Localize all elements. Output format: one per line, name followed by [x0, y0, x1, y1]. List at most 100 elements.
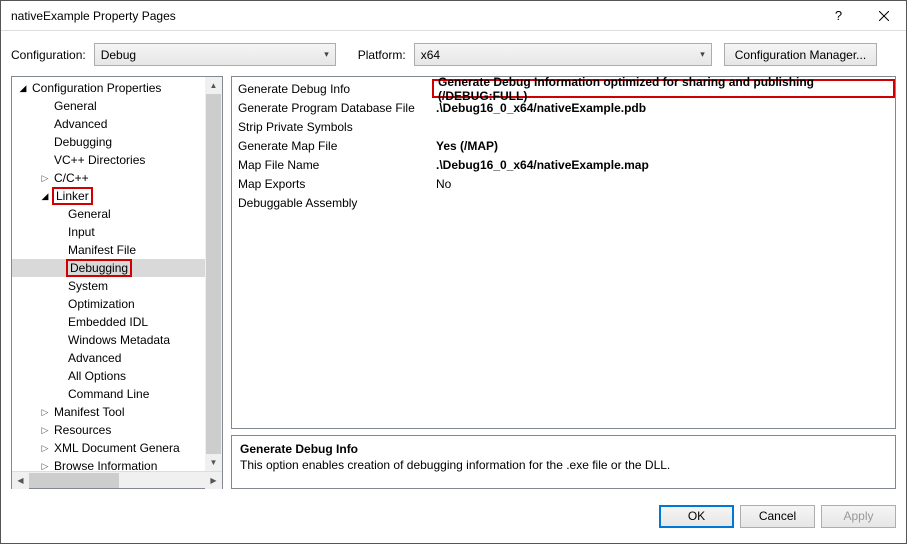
tree-item-linker-optimization[interactable]: Optimization [12, 295, 205, 313]
tree-label: Optimization [66, 297, 137, 311]
tree-label: Debugging [66, 259, 132, 277]
description-title: Generate Debug Info [240, 442, 887, 456]
grid-row[interactable]: Generate Program Database File.\Debug16_… [232, 98, 895, 117]
collapse-icon[interactable]: ◢ [38, 191, 52, 202]
tree-hscrollbar[interactable]: ◀ ▶ [12, 471, 222, 488]
scroll-right-icon[interactable]: ▶ [205, 472, 222, 489]
tree-item-linker-winmd[interactable]: Windows Metadata [12, 331, 205, 349]
tree-label: Linker [52, 187, 93, 205]
tree[interactable]: ◢ Configuration Properties General Advan… [12, 77, 205, 471]
tree-item-linker-debugging[interactable]: Debugging [12, 259, 205, 277]
tree-item-linker-system[interactable]: System [12, 277, 205, 295]
prop-value[interactable]: .\Debug16_0_x64/nativeExample.map [432, 158, 895, 172]
tree-item-linker-input[interactable]: Input [12, 223, 205, 241]
expand-icon[interactable]: ▷ [38, 443, 52, 454]
prop-name: Map File Name [232, 158, 432, 172]
tree-label: Configuration Properties [30, 81, 163, 95]
help-button[interactable]: ? [816, 1, 861, 31]
tree-panel: ◢ Configuration Properties General Advan… [11, 76, 223, 489]
tree-label: Resources [52, 423, 113, 437]
tree-item-linker-general[interactable]: General [12, 205, 205, 223]
ok-button[interactable]: OK [659, 505, 734, 528]
prop-name: Strip Private Symbols [232, 120, 432, 134]
configuration-dropdown[interactable]: Debug ▾ [94, 43, 336, 66]
tree-item-browseinfo[interactable]: ▷Browse Information [12, 457, 205, 471]
tree-label: Windows Metadata [66, 333, 172, 347]
prop-name: Generate Map File [232, 139, 432, 153]
tree-label: C/C++ [52, 171, 91, 185]
tree-label: General [66, 207, 113, 221]
main-area: ◢ Configuration Properties General Advan… [1, 76, 906, 499]
scroll-down-icon[interactable]: ▼ [205, 454, 222, 471]
tree-item-resources[interactable]: ▷Resources [12, 421, 205, 439]
prop-value[interactable]: .\Debug16_0_x64/nativeExample.pdb [432, 101, 895, 115]
scroll-thumb[interactable] [206, 94, 221, 454]
platform-label: Platform: [358, 48, 406, 62]
right-panel: Generate Debug InfoGenerate Debug Inform… [231, 76, 896, 489]
window-title: nativeExample Property Pages [11, 9, 816, 23]
grid-row[interactable]: Generate Debug InfoGenerate Debug Inform… [232, 79, 895, 98]
description-body: This option enables creation of debuggin… [240, 458, 887, 472]
tree-label: General [52, 99, 99, 113]
tree-root[interactable]: ◢ Configuration Properties [12, 79, 205, 97]
tree-label: XML Document Genera [52, 441, 182, 455]
tree-item-linker-manifest[interactable]: Manifest File [12, 241, 205, 259]
configuration-label: Configuration: [11, 48, 86, 62]
tree-item-cpp[interactable]: ▷C/C++ [12, 169, 205, 187]
chevron-down-icon: ▾ [700, 49, 705, 60]
prop-value[interactable]: Yes (/MAP) [432, 139, 895, 153]
tree-item-linker-embeddedidl[interactable]: Embedded IDL [12, 313, 205, 331]
tree-item-manifesttool[interactable]: ▷Manifest Tool [12, 403, 205, 421]
tree-label: VC++ Directories [52, 153, 147, 167]
prop-value[interactable]: No [432, 177, 895, 191]
description-panel: Generate Debug Info This option enables … [231, 435, 896, 489]
config-manager-label: Configuration Manager... [735, 48, 866, 62]
close-icon [879, 11, 889, 21]
grid-row[interactable]: Strip Private Symbols [232, 117, 895, 136]
scroll-up-icon[interactable]: ▲ [205, 77, 222, 94]
tree-item-general[interactable]: General [12, 97, 205, 115]
prop-name: Generate Program Database File [232, 101, 432, 115]
prop-name: Map Exports [232, 177, 432, 191]
prop-value[interactable]: Generate Debug Information optimized for… [432, 79, 895, 98]
grid-row[interactable]: Map ExportsNo [232, 174, 895, 193]
tree-item-linker-cmdline[interactable]: Command Line [12, 385, 205, 403]
expand-icon[interactable]: ▷ [38, 425, 52, 436]
config-row: Configuration: Debug ▾ Platform: x64 ▾ C… [1, 31, 906, 76]
close-button[interactable] [861, 1, 906, 31]
tree-label: Input [66, 225, 97, 239]
configuration-value: Debug [101, 48, 136, 62]
tree-item-linker-alloptions[interactable]: All Options [12, 367, 205, 385]
tree-vscrollbar[interactable]: ▲ ▼ [205, 77, 222, 471]
grid-row[interactable]: Debuggable Assembly [232, 193, 895, 212]
tree-item-vcdirs[interactable]: VC++ Directories [12, 151, 205, 169]
titlebar: nativeExample Property Pages ? [1, 1, 906, 31]
expand-icon[interactable]: ▷ [38, 173, 52, 184]
chevron-down-icon: ▾ [324, 49, 329, 60]
expand-icon[interactable]: ▷ [38, 407, 52, 418]
tree-item-advanced[interactable]: Advanced [12, 115, 205, 133]
tree-label: All Options [66, 369, 128, 383]
tree-label: Embedded IDL [66, 315, 150, 329]
tree-item-linker-advanced[interactable]: Advanced [12, 349, 205, 367]
tree-item-xmldocgen[interactable]: ▷XML Document Genera [12, 439, 205, 457]
collapse-icon[interactable]: ◢ [16, 83, 30, 94]
scroll-thumb[interactable] [29, 473, 119, 488]
tree-label: Debugging [52, 135, 114, 149]
grid-row[interactable]: Generate Map FileYes (/MAP) [232, 136, 895, 155]
tree-label: Manifest Tool [52, 405, 126, 419]
platform-dropdown[interactable]: x64 ▾ [414, 43, 712, 66]
tree-label: System [66, 279, 110, 293]
apply-button[interactable]: Apply [821, 505, 896, 528]
prop-name: Debuggable Assembly [232, 196, 432, 210]
tree-item-linker[interactable]: ◢Linker [12, 187, 205, 205]
config-manager-button[interactable]: Configuration Manager... [724, 43, 877, 66]
scroll-left-icon[interactable]: ◀ [12, 472, 29, 489]
expand-icon[interactable]: ▷ [38, 461, 52, 472]
prop-name: Generate Debug Info [232, 82, 432, 96]
property-grid[interactable]: Generate Debug InfoGenerate Debug Inform… [231, 76, 896, 429]
cancel-button[interactable]: Cancel [740, 505, 815, 528]
grid-row[interactable]: Map File Name.\Debug16_0_x64/nativeExamp… [232, 155, 895, 174]
tree-item-debugging[interactable]: Debugging [12, 133, 205, 151]
tree-label: Advanced [66, 351, 123, 365]
